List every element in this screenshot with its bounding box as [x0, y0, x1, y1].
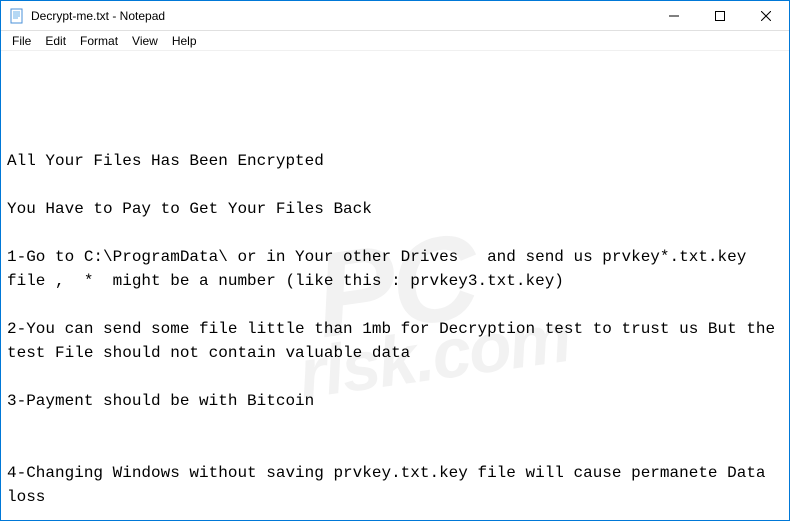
menu-view[interactable]: View	[125, 32, 165, 50]
text-line: You Have to Pay to Get Your Files Back	[7, 200, 372, 218]
minimize-button[interactable]	[651, 1, 697, 30]
window-title: Decrypt-me.txt - Notepad	[31, 9, 651, 23]
text-line: All Your Files Has Been Encrypted	[7, 152, 324, 170]
menu-help[interactable]: Help	[165, 32, 204, 50]
maximize-button[interactable]	[697, 1, 743, 30]
text-editor-area[interactable]: PC risk.com All Your Files Has Been Encr…	[1, 51, 789, 520]
menubar: File Edit Format View Help	[1, 31, 789, 51]
text-line: 1-Go to C:\ProgramData\ or in Your other…	[7, 248, 766, 290]
text-line: 3-Payment should be with Bitcoin	[7, 392, 314, 410]
text-line: 2-You can send some file little than 1mb…	[7, 320, 785, 362]
text-line: 4-Changing Windows without saving prvkey…	[7, 464, 775, 506]
menu-file[interactable]: File	[5, 32, 38, 50]
close-button[interactable]	[743, 1, 789, 30]
text-content: All Your Files Has Been Encrypted You Ha…	[7, 149, 783, 520]
notepad-icon	[9, 8, 25, 24]
menu-format[interactable]: Format	[73, 32, 125, 50]
window-controls	[651, 1, 789, 30]
menu-edit[interactable]: Edit	[38, 32, 73, 50]
titlebar: Decrypt-me.txt - Notepad	[1, 1, 789, 31]
